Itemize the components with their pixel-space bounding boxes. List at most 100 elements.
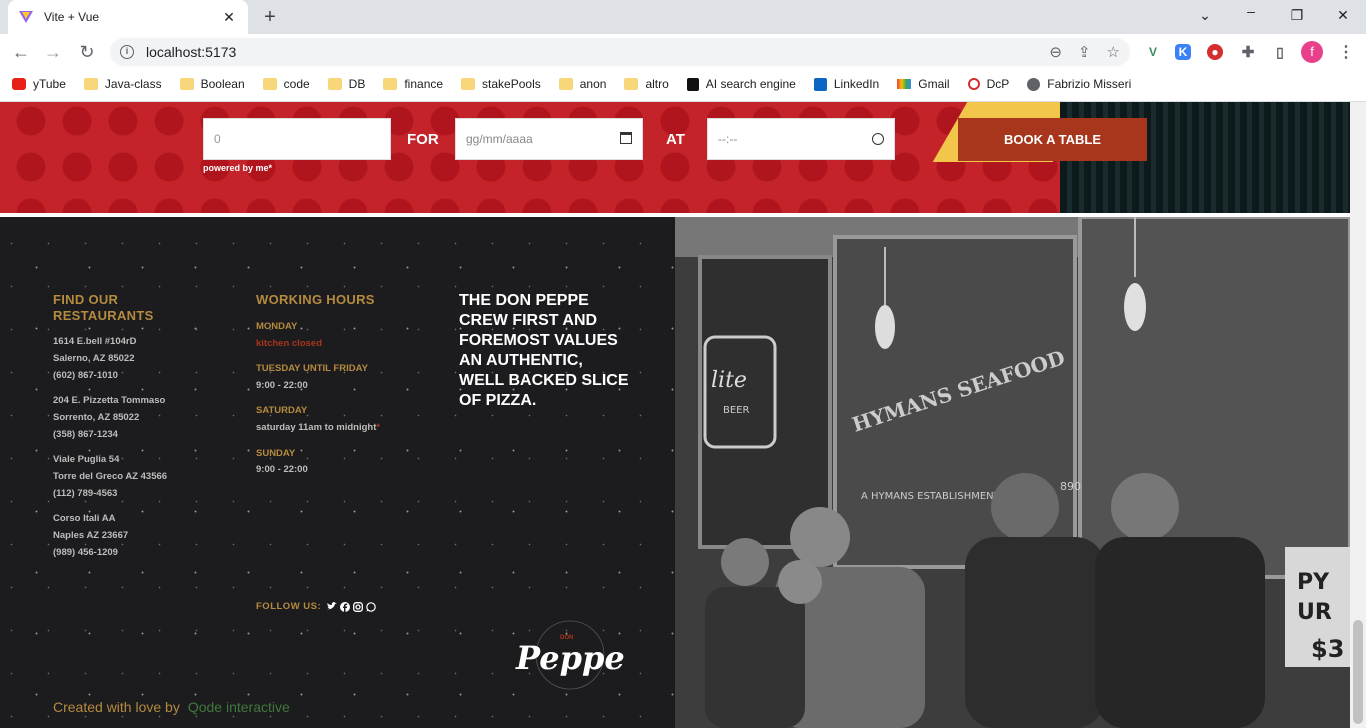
folder-icon [383, 78, 398, 90]
svg-text:$3: $3 [1311, 635, 1344, 663]
folder-icon [83, 78, 98, 90]
svg-text:A HYMANS ESTABLISHMENT: A HYMANS ESTABLISHMENT [861, 491, 1001, 502]
reload-icon[interactable]: ↻ [74, 40, 100, 64]
at-label: AT [666, 131, 685, 148]
bookmark-java-class[interactable]: Java-class [83, 77, 162, 91]
page-viewport: 0 FOR gg/mm/aaaa AT --:-- powered by me*… [0, 102, 1350, 728]
folder-icon [461, 78, 476, 90]
menu-kebab-icon[interactable]: ⋮ [1336, 42, 1356, 62]
bookmark-anon[interactable]: anon [558, 77, 606, 91]
dcp-icon [967, 78, 980, 90]
svg-text:UR: UR [1297, 600, 1332, 625]
share-icon[interactable]: ⇪ [1078, 43, 1091, 61]
zoom-icon[interactable]: ⊖ [1049, 43, 1062, 61]
date-placeholder: gg/mm/aaaa [466, 132, 533, 146]
bookmark-altro[interactable]: altro [624, 77, 669, 91]
restaurant-address: 1614 E.bell #104rD Salerno, AZ 85022 (60… [53, 336, 137, 381]
new-tab-button[interactable]: + [258, 6, 282, 28]
tab-strip: Vite + Vue ✕ + ⌄ ❐ ✕ – [0, 0, 1366, 34]
youtube-icon [12, 78, 26, 90]
whatsapp-icon[interactable] [366, 601, 376, 612]
bookmark-stakepools[interactable]: stakePools [461, 77, 541, 91]
bookmark-db[interactable]: DB [327, 77, 365, 91]
site-info-icon[interactable]: i [120, 45, 134, 59]
powered-by-text: powered by me* [203, 163, 273, 173]
restaurant-address: Viale Puglia 54 Torre del Greco AZ 43566… [53, 454, 168, 499]
restore-window-button[interactable]: ❐ [1274, 0, 1320, 30]
calendar-icon[interactable] [620, 132, 632, 144]
time-input[interactable]: --:-- [707, 118, 895, 160]
url-text: localhost:5173 [146, 44, 237, 60]
instagram-icon[interactable] [353, 601, 364, 612]
bookmark-star-icon[interactable]: ☆ [1107, 43, 1120, 61]
gmail-icon [897, 79, 912, 89]
bookmark-code[interactable]: code [262, 77, 310, 91]
vite-favicon-icon [19, 11, 33, 23]
svg-text:lite: lite [711, 368, 747, 393]
vue-extension-icon[interactable]: V [1143, 42, 1163, 62]
browser-tab[interactable]: Vite + Vue ✕ [8, 0, 248, 34]
browser-toolbar: ← → ↻ i localhost:5173 ⊖ ⇪ ☆ V K ● ✚ ▯ ⋮ [0, 34, 1366, 70]
twitter-icon[interactable] [327, 602, 338, 612]
address-bar[interactable]: i localhost:5173 ⊖ ⇪ ☆ [110, 38, 1130, 66]
close-tab-icon[interactable]: ✕ [220, 9, 238, 26]
linkedin-icon [813, 77, 827, 91]
hours-time-saturday: saturday 11am to midnight* [256, 422, 381, 433]
facebook-icon[interactable] [340, 601, 351, 612]
date-input[interactable]: gg/mm/aaaa [455, 118, 643, 160]
side-panel-icon[interactable]: ▯ [1270, 42, 1290, 62]
bookmark-boolean[interactable]: Boolean [179, 77, 245, 91]
footer-tagline: THE DON PEPPE CREW FIRST AND FOREMOST VA… [459, 292, 629, 409]
hours-time: kitchen closed [256, 338, 322, 349]
tab-search-icon[interactable]: ⌄ [1182, 0, 1228, 30]
close-window-button[interactable]: ✕ [1320, 0, 1366, 30]
bookmark-ytube[interactable]: yTube [12, 77, 66, 91]
svg-text:890: 890 [1060, 480, 1081, 493]
people-input[interactable]: 0 [203, 118, 391, 160]
folder-icon [558, 78, 573, 90]
for-label: FOR [407, 131, 439, 148]
tab-title: Vite + Vue [44, 10, 100, 24]
booking-section: 0 FOR gg/mm/aaaa AT --:-- powered by me*… [0, 102, 1350, 213]
credits: Created with love by Qode interactive [53, 699, 290, 715]
folder-icon [624, 78, 639, 90]
created-with-love-text: Created with love by [53, 699, 180, 715]
bookmark-finance[interactable]: finance [383, 77, 443, 91]
svg-text:BEER: BEER [723, 405, 749, 416]
bookmark-ai-search-engine[interactable]: AI search engine [686, 77, 796, 91]
clock-icon[interactable] [872, 133, 884, 145]
hours-day: TUESDAY UNTIL FRIDAY [256, 363, 368, 374]
storefront-image: lite BEER HYMANS SEAFOOD A HYMANS ESTABL… [675, 217, 1350, 728]
book-a-table-button[interactable]: BOOK A TABLE [958, 118, 1147, 161]
bookmark-dcp[interactable]: DcP [967, 77, 1009, 91]
bookmark-fabrizio-misseri[interactable]: Fabrizio Misseri [1027, 77, 1131, 91]
qode-interactive-link[interactable]: Qode interactive [188, 699, 290, 715]
restaurant-photo: lite BEER HYMANS SEAFOOD A HYMANS ESTABL… [675, 217, 1350, 728]
folder-icon [179, 78, 194, 90]
restaurant-address: Corso Itali AA Naples AZ 23667 (989) 456… [53, 513, 129, 558]
bookmark-gmail[interactable]: Gmail [897, 77, 950, 91]
extensions-puzzle-icon[interactable]: ✚ [1238, 42, 1258, 62]
bookmark-linkedin[interactable]: LinkedIn [813, 77, 879, 91]
folder-icon [327, 78, 342, 90]
forward-icon[interactable]: → [40, 40, 66, 64]
don-peppe-logo: DON Peppe [515, 620, 625, 690]
scrollbar-thumb[interactable] [1353, 620, 1363, 724]
hours-day: SUNDAY [256, 448, 296, 459]
svg-text:PY: PY [1297, 570, 1330, 595]
hours-time: 9:00 - 22:00 [256, 380, 308, 391]
svg-text:Peppe: Peppe [515, 639, 625, 677]
perplexity-icon [686, 77, 699, 91]
folder-icon [262, 78, 277, 90]
profile-avatar[interactable]: f [1301, 41, 1323, 63]
k-extension-icon[interactable]: K [1175, 44, 1191, 60]
shield-extension-icon[interactable]: ● [1207, 44, 1223, 60]
restaurant-address: 204 E. Pizzetta Tommaso Sorrento, AZ 850… [53, 395, 166, 440]
minimize-window-button[interactable]: – [1228, 0, 1274, 26]
hours-day: MONDAY [256, 321, 298, 332]
back-icon[interactable]: ← [8, 40, 34, 64]
bookmarks-bar: yTube Java-class Boolean code DB finance… [0, 70, 1366, 98]
footer: FIND OUR RESTAURANTS 1614 E.bell #104rD … [0, 217, 675, 728]
hours-day: SATURDAY [256, 405, 308, 416]
time-placeholder: --:-- [718, 132, 738, 146]
